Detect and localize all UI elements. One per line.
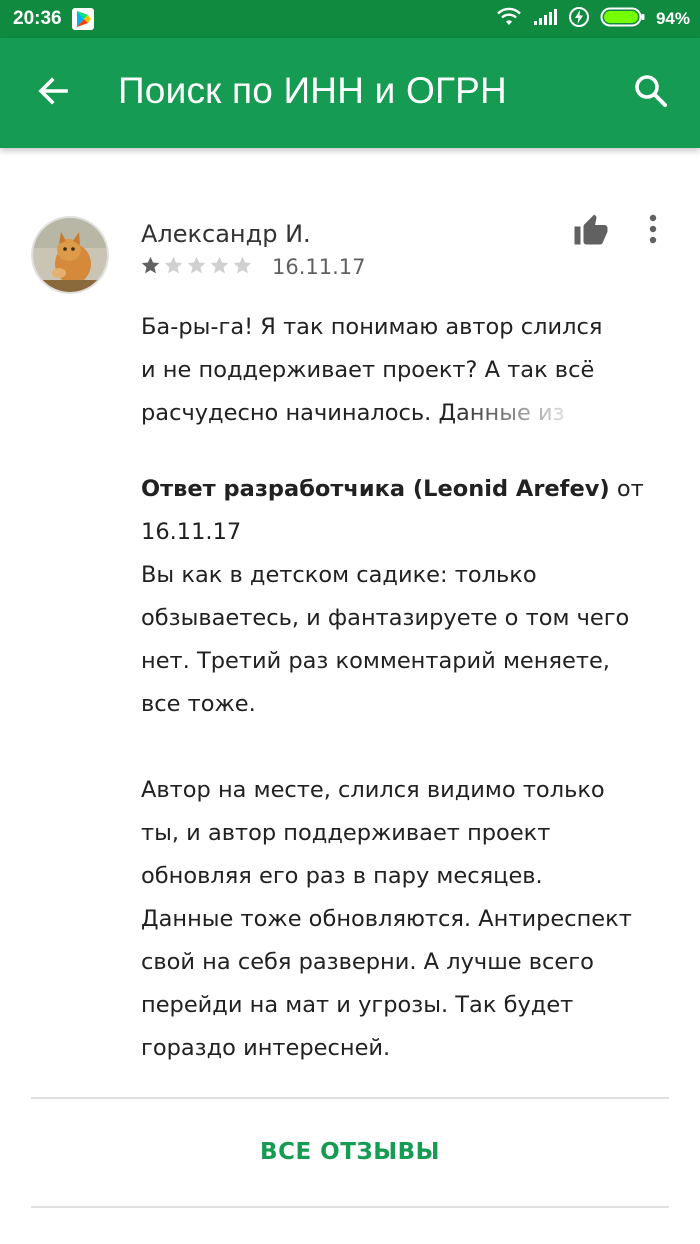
all-reviews-button[interactable]: ВСЕ ОТЗЫВЫ (31, 1100, 669, 1204)
text-fade (450, 392, 610, 432)
helpful-button[interactable] (572, 214, 610, 252)
reply-text-line: свой на себя разверни. А лучше всего (141, 949, 594, 975)
reply-text-line: обзываетесь, и фантазируете о том чего (141, 605, 630, 631)
star-empty-icon (209, 255, 230, 280)
review-text-line: Ба-ры-га! Я так понимаю автор слился (141, 314, 603, 340)
divider (31, 1206, 669, 1208)
back-arrow-icon (36, 74, 70, 112)
star-empty-icon (232, 255, 253, 280)
avatar[interactable] (33, 218, 107, 292)
reply-header: Ответ разработчика (Leonid Arefev) от 16… (141, 468, 681, 554)
search-icon (633, 73, 669, 113)
review-author: Александр И. (141, 220, 311, 248)
star-empty-icon (163, 255, 184, 280)
reply-text-line: перейди на мат и угрозы. Так будет (141, 992, 574, 1018)
more-vert-icon (648, 214, 658, 248)
reply-text-line: Вы как в детском садике: только (141, 562, 537, 588)
signal-icon (532, 7, 558, 32)
thumbs-up-icon (573, 213, 609, 253)
reply-text-line: обновляя его раз в пару месяцев. (141, 863, 543, 889)
battery-percent: 94% (655, 9, 690, 28)
app-bar: Поиск по ИНН и ОГРН (0, 38, 700, 148)
more-options-button[interactable] (638, 214, 668, 248)
play-store-icon (72, 8, 94, 30)
charging-icon (568, 6, 590, 33)
status-time: 20:36 (13, 8, 62, 29)
review-date: 16.11.17 (272, 255, 366, 279)
reply-text-line: гораздо интересней. (141, 1035, 391, 1061)
reply-developer-label: Ответ разработчика (Leonid Arefev) (141, 476, 610, 502)
back-button[interactable] (28, 68, 78, 118)
reply-text-line: все тоже. (141, 691, 256, 717)
reply-text-line: Данные тоже обновляются. Антиреспект (141, 906, 632, 932)
status-bar: 20:36 94% (0, 0, 700, 38)
reply-date: 16.11.17 (141, 519, 242, 545)
reply-from-word: от (616, 476, 644, 502)
reply-text-line: ты, и автор поддерживает проект (141, 820, 551, 846)
review-text-line: и не поддерживает проект? А так всё (141, 357, 595, 383)
reply-text-line: нет. Третий раз комментарий меняете, (141, 648, 610, 674)
star-filled-icon (140, 255, 161, 280)
developer-reply: Ответ разработчика (Leonid Arefev) от 16… (141, 468, 681, 1070)
divider (31, 1097, 669, 1099)
reply-text-line: Автор на месте, слился видимо только (141, 777, 605, 803)
star-empty-icon (186, 255, 207, 280)
page-title: Поиск по ИНН и ОГРН (118, 70, 507, 111)
status-icons: 94% (496, 6, 690, 32)
search-button[interactable] (624, 66, 678, 120)
wifi-icon (496, 7, 522, 32)
battery-icon (600, 6, 646, 33)
rating-stars (140, 255, 253, 280)
